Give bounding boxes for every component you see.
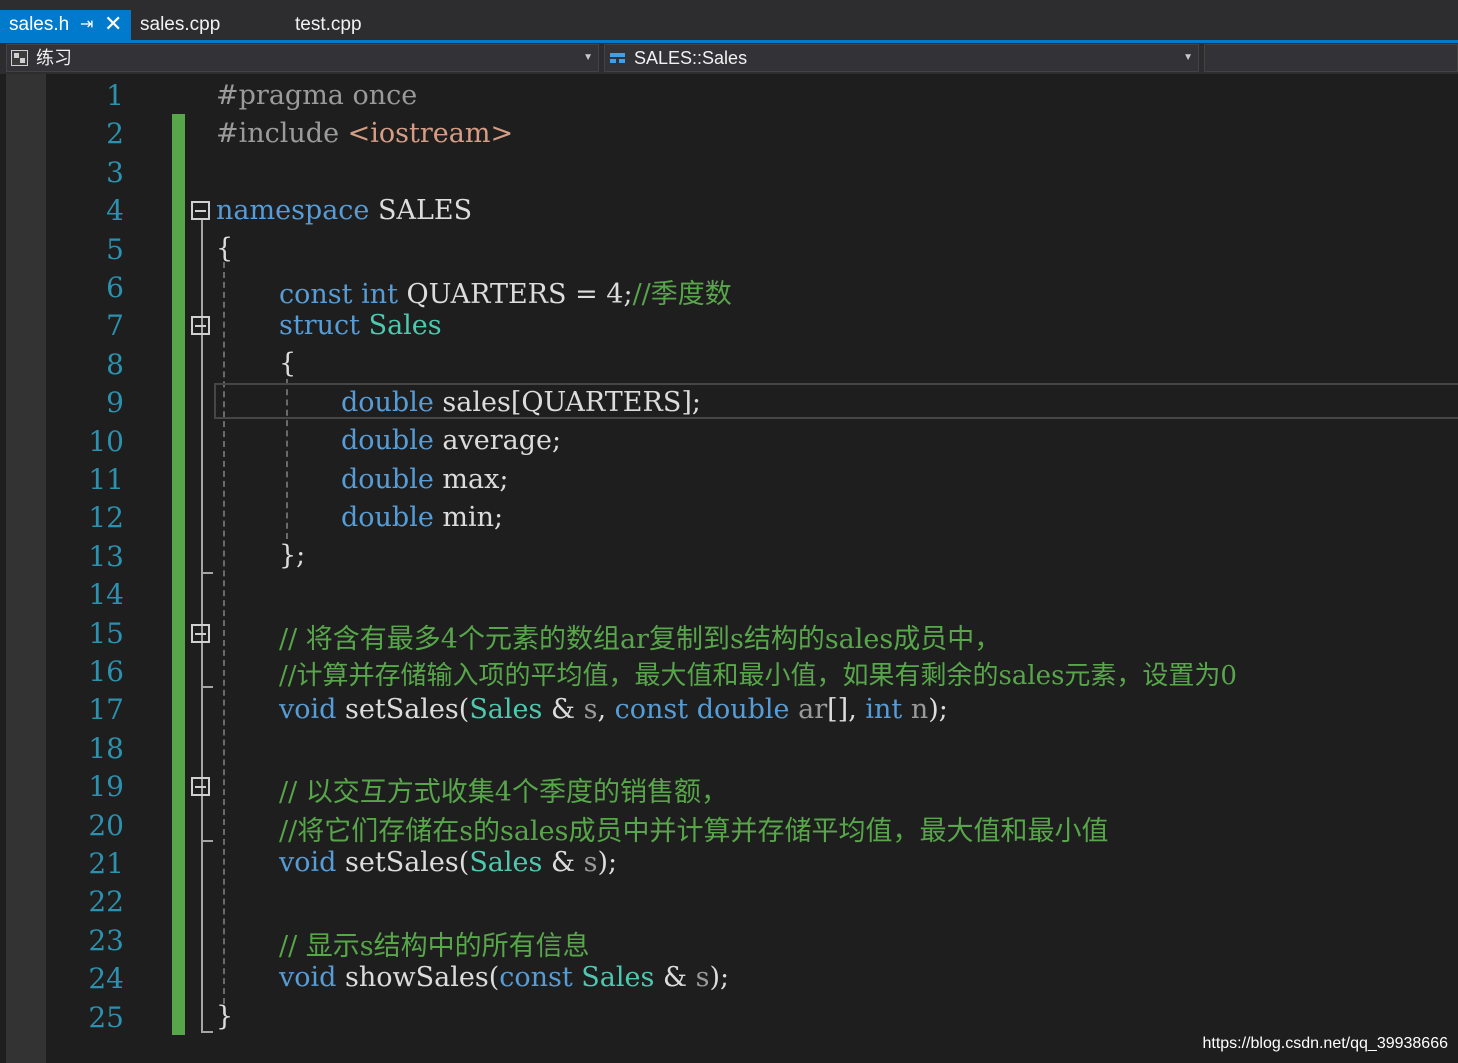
code-line-24: void showSales(const Sales & s); — [279, 962, 730, 993]
line-number: 11 — [88, 463, 124, 496]
line-number: 4 — [106, 194, 124, 227]
indent-guide — [223, 262, 225, 1014]
code-line-15: // 将含有最多4个元素的数组ar复制到s结构的sales成员中， — [279, 624, 1002, 655]
code-line-17: void setSales(Sales & s, const double ar… — [279, 694, 948, 725]
tab-label: test.cpp — [295, 14, 362, 35]
tab-sales-h[interactable]: sales.h ⇥ ✕ — [0, 10, 131, 40]
code-line-13: }; — [279, 540, 306, 571]
outline-end — [201, 1031, 213, 1033]
line-number: 3 — [106, 156, 124, 189]
code-line-6: const int QUARTERS = 4;//季度数 — [279, 279, 732, 310]
tab-label: sales.h — [9, 14, 70, 35]
outline-end — [201, 840, 213, 842]
outline-end — [201, 572, 213, 574]
line-number: 2 — [106, 117, 124, 150]
tab-sales-cpp[interactable]: sales.cpp — [140, 10, 220, 40]
code-line-4: namespace SALES — [216, 195, 473, 226]
code-line-9: double sales[QUARTERS]; — [341, 387, 701, 418]
code-line-19: // 以交互方式收集4个季度的销售额， — [279, 777, 728, 808]
code-line-7: struct Sales — [279, 310, 442, 341]
line-number: 10 — [88, 425, 124, 458]
collapse-struct-icon[interactable] — [191, 316, 210, 335]
line-number: 19 — [88, 770, 124, 803]
project-dropdown[interactable]: 练习 ▼ — [6, 44, 599, 72]
collapse-comment-icon[interactable] — [191, 777, 210, 796]
line-number: 13 — [88, 540, 124, 573]
code-line-10: double average; — [341, 425, 562, 456]
scope-name: SALES::Sales — [634, 48, 748, 68]
code-line-20: //将它们存储在s的sales成员中并计算并存储平均值，最大值和最小值 — [279, 816, 1109, 847]
code-line-23: // 显示s结构中的所有信息 — [279, 931, 590, 962]
member-dropdown[interactable] — [1204, 44, 1458, 72]
scope-dropdown[interactable]: SALES::Sales ▼ — [604, 44, 1199, 72]
collapse-namespace-icon[interactable] — [191, 201, 210, 220]
code-line-11: double max; — [341, 464, 509, 495]
project-name: 练习 — [36, 48, 72, 68]
line-number: 18 — [88, 732, 124, 765]
document-tab-bar: sales.h ⇥ ✕ sales.cpp test.cpp — [0, 0, 1458, 40]
line-number: 24 — [88, 962, 124, 995]
collapse-comment-icon[interactable] — [191, 624, 210, 643]
chevron-down-icon[interactable]: ▼ — [583, 45, 593, 71]
line-number: 14 — [88, 578, 124, 611]
code-line-5: { — [216, 233, 234, 264]
line-number: 8 — [106, 348, 124, 381]
line-number: 16 — [88, 655, 124, 688]
line-number: 6 — [106, 271, 124, 304]
tab-label: sales.cpp — [140, 14, 221, 35]
line-number: 20 — [88, 809, 124, 842]
line-number: 9 — [106, 386, 124, 419]
close-icon[interactable]: ✕ — [104, 9, 122, 39]
code-line-12: double min; — [341, 502, 504, 533]
line-number: 23 — [88, 924, 124, 957]
line-number: 17 — [88, 693, 124, 726]
code-line-2: #include <iostream> — [216, 118, 514, 149]
code-line-8: { — [279, 348, 297, 379]
line-number: 22 — [88, 885, 124, 918]
code-line-1: #pragma once — [216, 80, 418, 111]
line-number: 5 — [106, 233, 124, 266]
project-icon — [11, 50, 28, 66]
line-number: 21 — [88, 847, 124, 880]
line-number: 7 — [106, 309, 124, 342]
code-line-21: void setSales(Sales & s); — [279, 847, 618, 878]
saved-changes-bar — [172, 114, 185, 1035]
line-number: 25 — [88, 1001, 124, 1034]
line-number: 1 — [106, 79, 124, 112]
chevron-down-icon[interactable]: ▼ — [1183, 45, 1193, 71]
line-number: 12 — [88, 501, 124, 534]
watermark: https://blog.csdn.net/qq_39938666 — [1202, 1035, 1448, 1052]
struct-icon — [610, 53, 625, 63]
line-number: 15 — [88, 617, 124, 650]
outline-end — [201, 686, 213, 688]
code-line-16: //计算并存储输入项的平均值，最大值和最小值，如果有剩余的sales元素，设置为… — [279, 661, 1237, 691]
indicator-margin[interactable] — [6, 74, 46, 1063]
tab-test-cpp[interactable]: test.cpp — [295, 10, 362, 40]
code-line-25: } — [216, 1001, 234, 1032]
pin-icon[interactable]: ⇥ — [80, 10, 93, 40]
navigation-bar: 练习 ▼ SALES::Sales ▼ — [0, 43, 1458, 74]
